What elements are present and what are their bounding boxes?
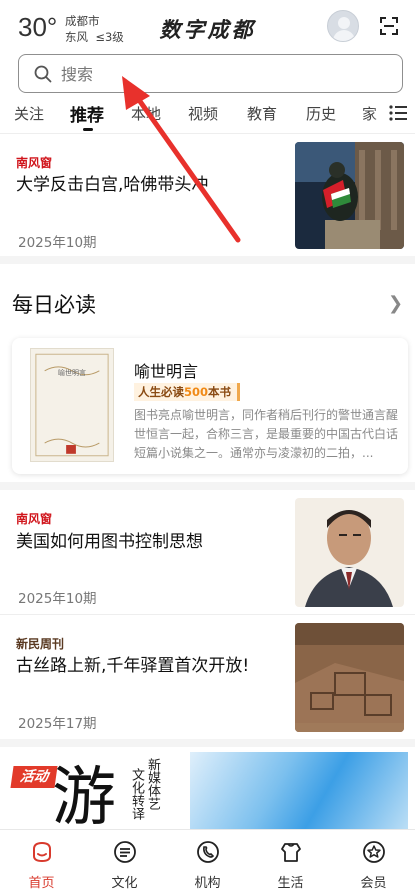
article-card[interactable]: 新民周刊 古丝路上新,千年驿置首次开放! 2025年17期: [0, 615, 415, 739]
promo-banner[interactable]: 活动 游 文化转译 新媒体艺: [10, 752, 408, 834]
book-name: 喻世明言: [134, 362, 199, 381]
tab-recommend[interactable]: 推荐: [70, 101, 104, 126]
search-box[interactable]: [18, 54, 403, 93]
tab-follow[interactable]: 关注: [14, 103, 44, 124]
home-icon: [33, 841, 51, 863]
nav-culture-label: 文化: [111, 876, 138, 891]
category-tabs: 关注 推荐 本地 视频 教育 历史 家: [0, 98, 415, 134]
avatar-body: [333, 30, 355, 41]
article-issue: 2025年10期: [18, 235, 97, 251]
badge-suffix: 本书: [208, 385, 232, 399]
search-icon: [34, 65, 52, 83]
source-logo: 新民周刊: [16, 637, 65, 651]
tab-video[interactable]: 视频: [188, 103, 218, 124]
avatar[interactable]: [327, 10, 359, 42]
book-description: 图书亮点喻世明言，同作者稍后刊行的警世通言醒世恒言一起，合称三言，是最重要的中国…: [134, 408, 399, 460]
active-tab-indicator: [83, 128, 93, 131]
scan-icon[interactable]: [380, 17, 398, 35]
daily-read-title: 每日必读: [12, 293, 96, 317]
source-logo: 南风窗: [16, 512, 53, 526]
nav-home-label: 首页: [28, 876, 55, 891]
banner-big-char: 游: [52, 761, 116, 834]
book-cover-title: 喻世明言: [58, 369, 86, 377]
header: 30° 成都市 东风 ≤3级 数字成都: [0, 0, 415, 52]
article-title: 美国如何用图书控制思想: [16, 532, 203, 552]
tab-education[interactable]: 教育: [247, 103, 277, 124]
nav-institution-label: 机构: [194, 876, 221, 891]
section-divider: [0, 482, 415, 490]
nav-institution[interactable]: 机构: [166, 830, 249, 893]
life-icon: [281, 843, 301, 862]
banner-art: [190, 752, 408, 834]
article-thumbnail: [295, 498, 404, 607]
search-input[interactable]: [61, 61, 381, 87]
source-logo: 南风窗: [16, 156, 53, 170]
badge-number: 500: [184, 385, 209, 399]
banner-text-1: 文化转译: [129, 768, 144, 820]
badge-prefix: 人生必读: [138, 385, 184, 399]
nav-home[interactable]: 首页: [0, 830, 83, 893]
event-tag: 活动: [10, 766, 58, 788]
article-thumbnail: [295, 623, 404, 732]
article-card[interactable]: 南风窗 大学反击白宫,哈佛带头冲 2025年10期: [0, 136, 415, 256]
nav-culture[interactable]: 文化: [83, 830, 166, 893]
avatar-head: [338, 17, 350, 29]
article-card[interactable]: 南风窗 美国如何用图书控制思想 2025年10期: [0, 490, 415, 614]
culture-icon: [114, 841, 136, 863]
book-cover: [30, 348, 114, 462]
nav-life-label: 生活: [277, 876, 304, 891]
tab-history[interactable]: 历史: [306, 103, 336, 124]
section-divider: [0, 256, 415, 264]
bottom-nav: 首页 文化 机构 生活 会员: [0, 829, 415, 893]
article-thumbnail: [295, 142, 404, 249]
tab-fade: [372, 100, 388, 130]
article-title: 大学反击白宫,哈佛带头冲: [16, 175, 209, 195]
banner-text-2: 新媒体艺: [145, 758, 160, 810]
institution-icon: [197, 841, 219, 863]
article-issue: 2025年10期: [18, 591, 97, 607]
book-card[interactable]: 喻世明言 喻世明言 人生必读500本书 图书亮点喻世明言，同作者稍后刊行的警世通…: [12, 338, 408, 474]
menu-icon[interactable]: [388, 104, 408, 122]
section-divider: [0, 739, 415, 747]
article-title: 古丝路上新,千年驿置首次开放!: [16, 656, 250, 676]
member-icon: [363, 841, 385, 863]
book-badge: 人生必读500本书: [134, 383, 241, 401]
article-issue: 2025年17期: [18, 716, 97, 732]
nav-life[interactable]: 生活: [249, 830, 332, 893]
nav-member[interactable]: 会员: [332, 830, 415, 893]
chevron-right-icon[interactable]: ❯: [388, 293, 403, 314]
tab-local[interactable]: 本地: [131, 103, 161, 124]
nav-member-label: 会员: [360, 876, 387, 891]
